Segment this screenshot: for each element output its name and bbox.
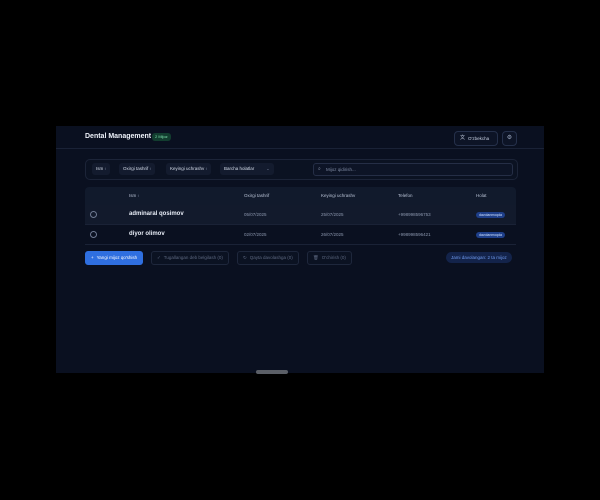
sort-last-visit-label: Oxirgi tashrif: [123, 166, 149, 171]
language-label: O'zbekcha: [468, 136, 490, 141]
sort-arrows-icon: ↕: [104, 166, 107, 171]
column-header-last-visit: Oxirgi tashrif: [244, 193, 270, 198]
language-button[interactable]: 文 O'zbekcha: [454, 131, 498, 146]
plus-icon: +: [91, 255, 94, 260]
settings-button[interactable]: ⚙: [502, 131, 517, 146]
app-header: Dental Management 2 Mijoz 文 O'zbekcha ⚙: [56, 126, 544, 149]
app-window: Dental Management 2 Mijoz 文 O'zbekcha ⚙ …: [56, 126, 544, 373]
column-header-phone: Telefon: [398, 193, 413, 198]
check-icon: ✓: [157, 255, 161, 260]
patient-count-badge: 2 Mijoz: [152, 133, 171, 141]
filter-bar: Ism↕ Oxirgi tashrif↕ Keyingi uchrashv↕ B…: [85, 159, 518, 180]
sort-name-button[interactable]: Ism↕: [92, 163, 111, 175]
sort-last-visit-button[interactable]: Oxirgi tashrif↕: [119, 163, 156, 175]
next-visit-date: 25/07/2025: [321, 212, 344, 217]
table-row[interactable]: diyor olimov 02/07/2025 26/07/2025 +9989…: [85, 225, 516, 245]
action-bar: + Yangi mijoz qo'shish ✓ Tugallangan deb b…: [85, 251, 516, 265]
chevron-down-icon: ⌄: [266, 166, 270, 171]
sort-arrows-icon: ↕: [137, 193, 140, 198]
gear-icon: ⚙: [506, 135, 513, 141]
last-visit-date: 02/07/2025: [244, 232, 267, 237]
mark-finished-button[interactable]: ✓ Tugallangan deb belgilash (0): [151, 251, 229, 265]
patient-name: adminaral qosimov: [129, 211, 184, 217]
translate-icon: 文: [460, 135, 466, 141]
search-icon: ⌕: [318, 166, 321, 172]
search-box: ⌕: [313, 163, 513, 176]
delete-label: O'chirish (0): [321, 255, 346, 260]
column-header-name[interactable]: Ism↕: [129, 187, 139, 205]
resize-handle[interactable]: [256, 370, 288, 374]
page-title: Dental Management: [85, 133, 152, 140]
refresh-icon: ↻: [243, 255, 247, 260]
patients-table: Ism↕ Oxirgi tashrif Keyingi uchrashv Tel…: [85, 187, 516, 245]
status-badge: davolanmoqda: [476, 232, 505, 238]
patient-name: diyor olimov: [129, 231, 165, 237]
trash-icon: 🗑: [313, 255, 319, 260]
table-header: Ism↕ Oxirgi tashrif Keyingi uchrashv Tel…: [85, 187, 516, 205]
column-header-status: Holat: [476, 193, 487, 198]
last-visit-date: 05/07/2025: [244, 212, 267, 217]
phone-number: +998998596421: [398, 232, 431, 237]
row-select-radio[interactable]: [90, 211, 97, 218]
add-patient-button[interactable]: + Yangi mijoz qo'shish: [85, 251, 144, 265]
column-header-next-visit: Keyingi uchrashv: [321, 193, 356, 198]
add-patient-label: Yangi mijoz qo'shish: [96, 255, 138, 260]
next-visit-date: 26/07/2025: [321, 232, 344, 237]
status-badge: davolanmoqda: [476, 212, 505, 218]
sort-name-label: Ism: [96, 166, 104, 171]
status-select[interactable]: Barcha holatlar ⌄: [220, 163, 274, 175]
total-treated-badge: Jami davolangan: 2 ta mijoz: [446, 252, 512, 263]
sort-next-visit-button[interactable]: Keyingi uchrashv↕: [166, 163, 212, 175]
sort-next-visit-label: Keyingi uchrashv: [170, 166, 205, 171]
delete-button[interactable]: 🗑 O'chirish (0): [307, 251, 352, 265]
search-input[interactable]: [326, 165, 506, 174]
retreat-button[interactable]: ↻ Qayta davolashga (0): [237, 251, 299, 265]
phone-number: +998998596753: [398, 212, 431, 217]
status-select-label: Barcha holatlar: [224, 166, 255, 171]
sort-arrows-icon: ↕: [205, 166, 208, 171]
mark-finished-label: Tugallangan deb belgilash (0): [163, 255, 223, 260]
row-select-radio[interactable]: [90, 231, 97, 238]
sort-arrows-icon: ↕: [149, 166, 152, 171]
retreat-label: Qayta davolashga (0): [249, 255, 293, 260]
table-row[interactable]: adminaral qosimov 05/07/2025 25/07/2025 …: [85, 205, 516, 225]
